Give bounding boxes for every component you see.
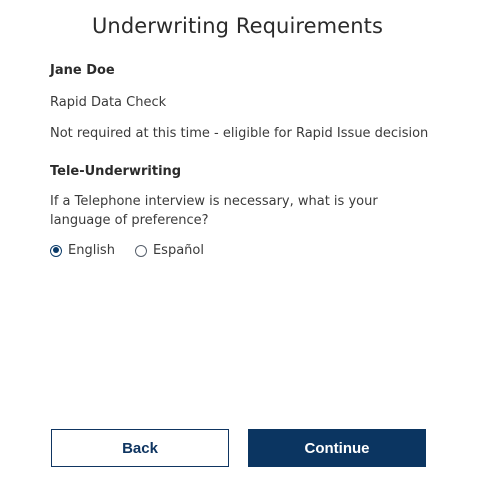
rapid-data-check-status: Not required at this time - eligible for… xyxy=(50,126,429,141)
page-title: Underwriting Requirements xyxy=(91,14,384,38)
language-preference-question: If a Telephone interview is necessary, w… xyxy=(50,194,378,228)
back-button[interactable]: Back xyxy=(51,429,229,467)
rapid-data-check-label: Rapid Data Check xyxy=(50,95,167,110)
tele-underwriting-heading: Tele-Underwriting xyxy=(50,164,182,179)
radio-option-espanol[interactable]: Español xyxy=(134,243,204,258)
applicant-name: Jane Doe xyxy=(50,63,115,78)
radio-espanol-unselected-icon[interactable] xyxy=(134,244,147,257)
language-radio-group: English Español xyxy=(50,243,224,258)
radio-espanol-label[interactable]: Español xyxy=(153,243,204,258)
continue-button[interactable]: Continue xyxy=(248,429,426,467)
radio-english-label[interactable]: English xyxy=(68,243,115,258)
radio-option-english[interactable]: English xyxy=(50,243,115,258)
radio-english-selected-icon[interactable] xyxy=(50,244,62,257)
